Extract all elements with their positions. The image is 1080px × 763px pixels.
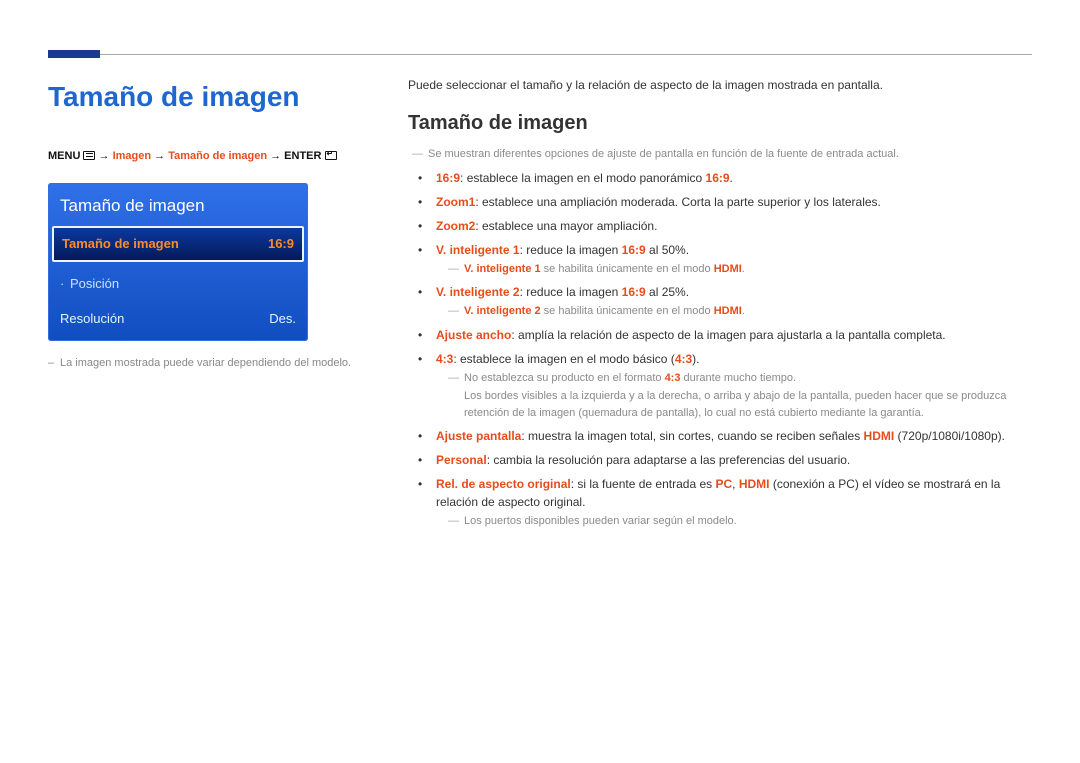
vint2-note: V. inteligente 2 se habilita únicamente … [444,303,1032,320]
osd-row-resolucion-value: Des. [269,309,296,329]
header-rule-line [48,54,1032,55]
ports-note: Los puertos disponibles pueden variar se… [444,513,1032,530]
osd-row-tamano[interactable]: Tamaño de imagen 16:9 [52,226,304,262]
header-rule-marker [48,50,100,58]
osd-row-tamano-value: 16:9 [268,234,294,254]
opt-zoom1: Zoom1: establece una ampliación moderada… [428,193,1032,211]
breadcrumb-imagen: Imagen [113,150,152,162]
opt-rel-aspecto: Rel. de aspecto original: si la fuente d… [428,475,1032,530]
osd-row-posicion[interactable]: Posición [48,266,308,302]
vint1-note: V. inteligente 1 se habilita únicamente … [444,261,1032,278]
left-foot-note: La imagen mostrada puede variar dependie… [48,355,368,372]
opt-personal: Personal: cambia la resolución para adap… [428,451,1032,469]
opt-16-9: 16:9: establece la imagen en el modo pan… [428,169,1032,187]
right-column: Puede seleccionar el tamaño y la relació… [408,76,1032,536]
breadcrumb: MENU → Imagen → Tamaño de imagen → ENTER [48,148,368,165]
opt-ajuste-ancho: Ajuste ancho: amplía la relación de aspe… [428,326,1032,344]
opt-ajuste-pantalla: Ajuste pantalla: muestra la imagen total… [428,427,1032,445]
header-rule [48,40,1032,58]
osd-row-resolucion-label: Resolución [60,309,124,329]
options-list: 16:9: establece la imagen en el modo pan… [408,169,1032,530]
note-4-3-b: Los bordes visibles a la izquierda y a l… [464,388,1032,421]
opt-vint2: V. inteligente 2: reduce la imagen 16:9 … [428,283,1032,320]
breadcrumb-enter-label: ENTER [284,150,321,162]
left-column: Tamaño de imagen MENU → Imagen → Tamaño … [48,76,368,536]
opt-zoom2: Zoom2: establece una mayor ampliación. [428,217,1032,235]
page-title: Tamaño de imagen [48,76,368,118]
osd-menu: Tamaño de imagen Tamaño de imagen 16:9 P… [48,183,308,341]
intro-text: Puede seleccionar el tamaño y la relació… [408,76,1032,94]
breadcrumb-menu-label: MENU [48,150,80,162]
osd-title: Tamaño de imagen [48,183,308,227]
osd-row-resolucion[interactable]: Resolución Des. [48,301,308,341]
opt-vint1: V. inteligente 1: reduce la imagen 16:9 … [428,241,1032,278]
opt-4-3: 4:3: establece la imagen en el modo bási… [428,350,1032,422]
breadcrumb-tamano: Tamaño de imagen [168,150,267,162]
section-heading: Tamaño de imagen [408,108,1032,138]
enter-icon [325,151,337,160]
menu-icon [83,151,95,160]
options-vary-note: Se muestran diferentes opciones de ajust… [408,146,1032,163]
osd-row-posicion-label: Posición [70,274,119,294]
note-4-3-a: No establezca su producto en el formato … [444,370,1032,387]
osd-row-tamano-label: Tamaño de imagen [62,234,179,254]
